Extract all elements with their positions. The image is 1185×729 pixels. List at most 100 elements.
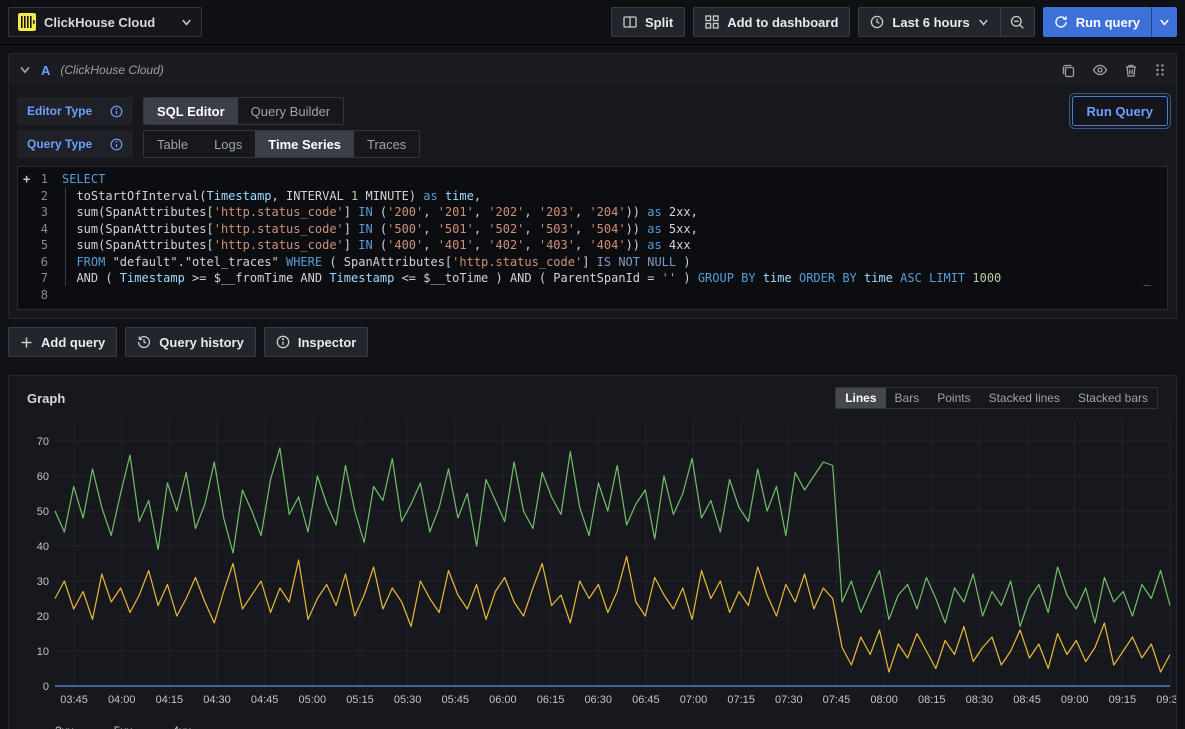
legend-item-2xx[interactable]: 2xx <box>33 724 74 729</box>
top-navigation-bar: ClickHouse Cloud Split Add to dashboard … <box>0 0 1185 45</box>
code-line-8: 8 <box>18 287 1167 304</box>
chevron-down-icon <box>181 17 192 28</box>
add-to-dashboard-label: Add to dashboard <box>727 15 838 30</box>
query-type-label-chip: Query Type <box>17 130 133 158</box>
add-to-dashboard-button[interactable]: Add to dashboard <box>693 7 850 37</box>
x-tick-label: 08:15 <box>918 694 946 706</box>
chevron-down-icon <box>1159 17 1170 28</box>
editor-type-label-chip: Editor Type <box>17 97 133 125</box>
code-line-4: 4 sum(SpanAttributes['http.status_code']… <box>18 221 1167 238</box>
explore-content: A (ClickHouse Cloud) Editor Type SQL Edi… <box>0 45 1185 729</box>
info-circle-icon <box>110 138 123 151</box>
timeseries-chart[interactable]: 03:4504:0004:1504:3004:4505:0005:1505:30… <box>27 412 1176 714</box>
x-tick-label: 09:30 <box>1156 694 1176 706</box>
query-type-option-table[interactable]: Table <box>144 131 201 157</box>
graph-style-option-lines[interactable]: Lines <box>836 388 885 408</box>
chart-legend: 2xx 5xx 4xx <box>19 719 1166 729</box>
query-type-radio-group: TableLogsTime SeriesTraces <box>143 130 420 158</box>
add-line-icon[interactable]: + <box>23 171 30 188</box>
split-label: Split <box>645 15 673 30</box>
sql-code-lines: 1+SELECT2 toStartOfInterval(Timestamp, I… <box>18 171 1167 303</box>
graph-panel: Graph LinesBarsPointsStacked linesStacke… <box>8 375 1177 729</box>
legend-item-5xx[interactable]: 5xx <box>92 724 133 729</box>
y-tick-label: 50 <box>37 506 49 518</box>
x-tick-label: 05:30 <box>394 694 422 706</box>
search-minus-icon <box>1010 15 1025 30</box>
query-type-option-logs[interactable]: Logs <box>201 131 255 157</box>
zoom-out-time-button[interactable] <box>1001 7 1035 37</box>
remove-query-trash-icon[interactable] <box>1124 63 1138 78</box>
query-type-label: Query Type <box>27 137 92 151</box>
x-tick-label: 08:30 <box>966 694 994 706</box>
graph-style-option-stacked-lines[interactable]: Stacked lines <box>980 388 1069 408</box>
x-tick-label: 04:45 <box>251 694 279 706</box>
explore-actions: Add query Query history Inspector <box>8 327 1177 357</box>
split-columns-icon <box>623 15 637 29</box>
legend-item-4xx[interactable]: 4xx <box>150 724 191 729</box>
clock-icon <box>870 15 884 29</box>
sync-icon <box>1054 15 1068 29</box>
time-range-label: Last 6 hours <box>892 15 969 30</box>
code-line-2: 2 toStartOfInterval(Timestamp, INTERVAL … <box>18 188 1167 205</box>
query-ref-id[interactable]: A <box>41 63 50 78</box>
x-tick-label: 08:45 <box>1013 694 1041 706</box>
series-line-5xx <box>55 557 1170 673</box>
sql-code-editor[interactable]: 1+SELECT2 toStartOfInterval(Timestamp, I… <box>17 166 1168 310</box>
x-tick-label: 09:00 <box>1061 694 1089 706</box>
query-type-option-time-series[interactable]: Time Series <box>255 131 354 157</box>
editor-type-option-query-builder[interactable]: Query Builder <box>238 98 343 124</box>
line-number: 2 <box>18 188 62 205</box>
line-number: 1+ <box>18 171 62 188</box>
datasource-label: ClickHouse Cloud <box>44 15 155 30</box>
x-tick-label: 07:30 <box>775 694 803 706</box>
query-type-option-traces[interactable]: Traces <box>354 131 419 157</box>
x-tick-label: 03:45 <box>60 694 88 706</box>
history-icon <box>137 335 151 349</box>
drag-handle-icon[interactable] <box>1154 63 1166 77</box>
x-tick-label: 07:00 <box>680 694 708 706</box>
inspector-button[interactable]: Inspector <box>264 327 369 357</box>
add-query-button[interactable]: Add query <box>8 327 117 357</box>
x-tick-label: 05:45 <box>441 694 469 706</box>
run-query-button[interactable]: Run Query <box>1072 96 1168 126</box>
line-number: 7 <box>18 270 62 287</box>
collapse-chevron-icon[interactable] <box>19 64 31 76</box>
editor-type-option-sql-editor[interactable]: SQL Editor <box>144 98 238 124</box>
graph-style-option-bars[interactable]: Bars <box>886 388 929 408</box>
x-tick-label: 06:30 <box>584 694 612 706</box>
x-tick-label: 06:15 <box>537 694 565 706</box>
x-tick-label: 05:15 <box>346 694 374 706</box>
graph-style-option-points[interactable]: Points <box>928 388 979 408</box>
x-tick-label: 07:15 <box>727 694 755 706</box>
chevron-down-icon <box>978 17 989 28</box>
time-range-button[interactable]: Last 6 hours <box>858 7 1000 37</box>
indent-guide <box>65 187 66 286</box>
y-tick-label: 20 <box>37 611 49 623</box>
run-query-split-button[interactable]: Run query <box>1043 7 1177 37</box>
datasource-picker[interactable]: ClickHouse Cloud <box>8 7 202 37</box>
editor-type-label: Editor Type <box>27 104 92 118</box>
info-circle-icon <box>276 335 290 349</box>
x-tick-label: 04:30 <box>203 694 231 706</box>
x-tick-label: 05:00 <box>299 694 327 706</box>
graph-style-option-stacked-bars[interactable]: Stacked bars <box>1069 388 1157 408</box>
topbar-actions: Split Add to dashboard Last 6 hours Run … <box>611 7 1177 37</box>
run-query-main[interactable]: Run query <box>1043 7 1151 37</box>
dashboard-grid-icon <box>705 15 719 29</box>
query-history-label: Query history <box>159 335 244 350</box>
series-line-2xx <box>55 448 1170 627</box>
graph-header: Graph LinesBarsPointsStacked linesStacke… <box>19 384 1166 412</box>
x-tick-label: 07:45 <box>823 694 851 706</box>
split-button[interactable]: Split <box>611 7 685 37</box>
run-query-dropdown[interactable] <box>1151 7 1177 37</box>
hide-response-eye-icon[interactable] <box>1092 62 1108 78</box>
x-tick-label: 06:00 <box>489 694 517 706</box>
query-editor-panel: A (ClickHouse Cloud) Editor Type SQL Edi… <box>8 53 1177 319</box>
code-line-7: 7 AND ( Timestamp >= $__fromTime AND Tim… <box>18 270 1167 287</box>
x-tick-label: 04:00 <box>108 694 136 706</box>
x-tick-label: 09:15 <box>1109 694 1137 706</box>
run-query-label: Run query <box>1076 15 1140 30</box>
duplicate-query-icon[interactable] <box>1061 63 1076 78</box>
query-history-button[interactable]: Query history <box>125 327 256 357</box>
graph-style-radio-group: LinesBarsPointsStacked linesStacked bars <box>835 387 1158 409</box>
